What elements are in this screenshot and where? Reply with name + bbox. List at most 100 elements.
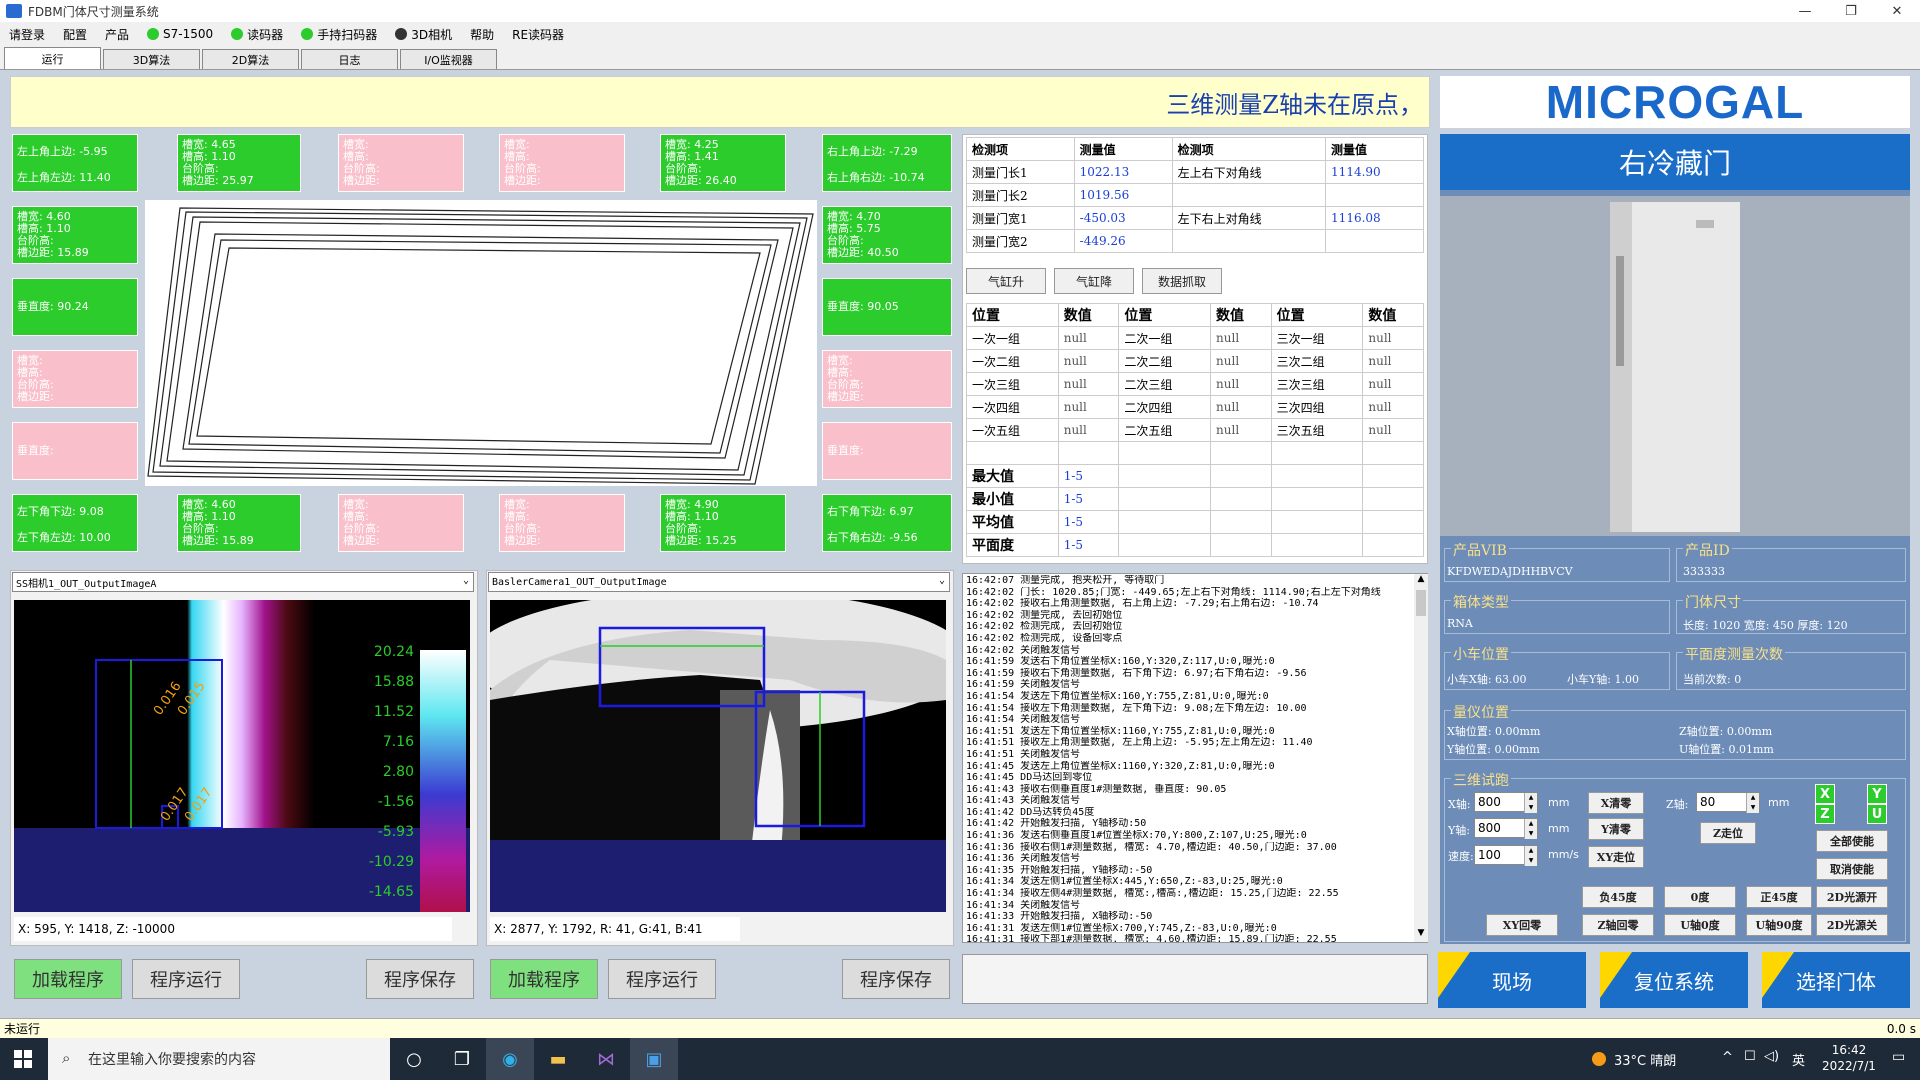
notification-icon[interactable]: ▭ [1892, 1049, 1905, 1065]
minus-45-button[interactable]: 负45度 [1582, 886, 1654, 908]
clock[interactable]: 16:42 2022/7/1 [1810, 1042, 1888, 1074]
depth-image[interactable]: 0.016 0.015 0.017 0.017 20.24 15.88 11.5… [14, 600, 470, 912]
taskbar-search[interactable]: ⌕ 在这里输入你要搜索的内容 [48, 1038, 390, 1080]
ime-indicator[interactable]: 英 [1792, 1050, 1805, 1069]
run-program-button-2[interactable]: 程序运行 [608, 959, 716, 999]
field-button[interactable]: 现场 [1438, 952, 1586, 1008]
tab-run[interactable]: 运行 [4, 47, 101, 69]
event-log[interactable]: 16:42:07 测量完成, 抱夹松开, 等待取门 16:42:02 门长: 10… [962, 573, 1428, 943]
select-door-button[interactable]: 选择门体 [1762, 952, 1910, 1008]
gauge-position-label: 量仪位置 [1451, 702, 1511, 722]
speed-input[interactable]: 100 ▲ ▼ [1474, 845, 1538, 866]
scroll-up-icon[interactable]: ▲ [1414, 574, 1428, 588]
menu-help[interactable]: 帮助 [461, 22, 503, 46]
spinner-icon[interactable]: ▲ ▼ [1524, 819, 1537, 839]
u-90-button[interactable]: U轴90度 [1746, 914, 1812, 936]
z-axis-input[interactable]: 80 ▲ ▼ [1696, 792, 1760, 813]
axis-x-indicator[interactable]: X [1815, 784, 1835, 804]
camera-2-selector[interactable]: BaslerCamera1_OUT_OutputImage ⌄ [488, 572, 950, 592]
card-line: 右下角右边: -9.56 [827, 531, 918, 544]
scroll-thumb[interactable] [1416, 590, 1426, 616]
spinner-icon[interactable]: ▲ ▼ [1524, 793, 1537, 813]
enable-all-button[interactable]: 全部使能 [1816, 830, 1888, 852]
save-program-button-2[interactable]: 程序保存 [842, 959, 950, 999]
tab-io-monitor[interactable]: I/O监视器 [400, 49, 497, 69]
multitask-icon[interactable]: ❐ [438, 1038, 486, 1080]
cart-y-value: 小车Y轴: 1.00 [1567, 673, 1639, 686]
menu-3dcam[interactable]: 3D相机 [386, 22, 461, 46]
axis-y-indicator[interactable]: Y [1867, 784, 1887, 804]
menu-product[interactable]: 产品 [96, 22, 138, 46]
2d-light-off-button[interactable]: 2D光源关 [1816, 914, 1888, 936]
z-home-button[interactable]: Z轴回零 [1582, 914, 1654, 936]
gauge-x-value: X轴位置: 0.00mm [1447, 725, 1541, 738]
2d-light-on-button[interactable]: 2D光源开 [1816, 886, 1888, 908]
x-axis-input[interactable]: 800 ▲ ▼ [1474, 792, 1538, 813]
reset-system-button[interactable]: 复位系统 [1600, 952, 1748, 1008]
menu-handheld[interactable]: 手持扫码器 [292, 22, 386, 46]
vib-group: 产品VIB KFDWEDAJDHHBVCV [1444, 540, 1670, 582]
measure-header: 检测项 [966, 137, 1075, 161]
z-run-button[interactable]: Z走位 [1700, 822, 1756, 844]
data-capture-button[interactable]: 数据抓取 [1142, 268, 1222, 294]
brand-logo: MICROGAL [1440, 76, 1910, 128]
weather-widget[interactable]: 33°C 晴朗 [1592, 1038, 1676, 1080]
minimize-button[interactable]: — [1782, 0, 1828, 22]
table-row: 最小值 1-5 [966, 487, 1424, 511]
file-explorer-icon[interactable]: ▬ [534, 1038, 582, 1080]
camera-image[interactable] [490, 600, 946, 912]
windows-start-icon[interactable] [14, 1050, 32, 1068]
box-type-label: 箱体类型 [1451, 592, 1511, 612]
visual-studio-icon[interactable]: ⋈ [582, 1038, 630, 1080]
app-running-icon[interactable]: ▣ [630, 1038, 678, 1080]
measure-header: 测量值 [1325, 137, 1424, 161]
window-title: FDBM门体尺寸测量系统 [28, 4, 159, 19]
menu-login[interactable]: 请登录 [0, 22, 54, 46]
title-bar: FDBM门体尺寸测量系统 — ❐ ✕ [0, 0, 1920, 22]
spinner-icon[interactable]: ▲ ▼ [1746, 793, 1759, 813]
gauge-y-value: Y轴位置: 0.00mm [1447, 743, 1540, 756]
disable-button[interactable]: 取消使能 [1816, 858, 1888, 880]
menu-s7[interactable]: S7-1500 [138, 22, 222, 46]
close-button[interactable]: ✕ [1874, 0, 1920, 22]
spinner-icon[interactable]: ▲ ▼ [1524, 846, 1537, 866]
plus-45-button[interactable]: 正45度 [1746, 886, 1812, 908]
tab-log[interactable]: 日志 [301, 49, 398, 69]
xy-home-button[interactable]: XY回零 [1486, 914, 1558, 936]
xy-run-button[interactable]: XY走位 [1588, 846, 1644, 868]
menu-config[interactable]: 配置 [54, 22, 96, 46]
log-scrollbar[interactable]: ▲ ▼ [1414, 574, 1428, 942]
scroll-down-icon[interactable]: ▼ [1414, 928, 1428, 942]
perpendicularity-left-2-card: 垂直度: [12, 422, 138, 480]
menu-re-reader[interactable]: RE读码器 [503, 22, 573, 46]
task-view-icon[interactable]: ○ [390, 1038, 438, 1080]
tab-2d-algo[interactable]: 2D算法 [202, 49, 299, 69]
axis-u-indicator[interactable]: U [1867, 804, 1887, 824]
card-line: 右上角上边: -7.29 [827, 145, 918, 158]
volume-icon[interactable]: ◁) [1764, 1049, 1779, 1064]
status-dot-icon [231, 28, 244, 40]
cylinder-down-button[interactable]: 气缸降 [1054, 268, 1134, 294]
edge-browser-icon[interactable]: ◉ [486, 1038, 534, 1080]
save-program-button-1[interactable]: 程序保存 [366, 959, 474, 999]
cylinder-up-button[interactable]: 气缸升 [966, 268, 1046, 294]
camera-1-selector[interactable]: SS相机1_OUT_OutputImageA ⌄ [12, 572, 474, 592]
x-clear-button[interactable]: X清零 [1588, 792, 1644, 814]
menu-bar: 请登录 配置 产品 S7-1500 读码器 手持扫码器 3D相机 帮助 RE读码… [0, 22, 1920, 46]
menu-reader[interactable]: 读码器 [222, 22, 292, 46]
load-program-button-1[interactable]: 加载程序 [14, 959, 122, 999]
y-axis-input[interactable]: 800 ▲ ▼ [1474, 818, 1538, 839]
axis-z-indicator[interactable]: Z [1815, 804, 1835, 824]
load-program-button-2[interactable]: 加载程序 [490, 959, 598, 999]
cart-position-label: 小车位置 [1451, 644, 1511, 664]
groove-right-1-card: 槽宽: 4.70 槽高: 5.75 台阶高: 槽边距: 40.50 [822, 206, 952, 264]
y-clear-button[interactable]: Y清零 [1588, 818, 1644, 840]
zero-degree-button[interactable]: 0度 [1664, 886, 1736, 908]
tab-3d-algo[interactable]: 3D算法 [103, 49, 200, 69]
chevron-up-icon[interactable]: ^ [1722, 1050, 1733, 1065]
network-icon[interactable]: ☐ [1744, 1049, 1756, 1064]
run-program-button-1[interactable]: 程序运行 [132, 959, 240, 999]
maximize-button[interactable]: ❐ [1828, 0, 1874, 22]
u-zero-button[interactable]: U轴0度 [1664, 914, 1736, 936]
id-label: 产品ID [1683, 540, 1732, 560]
